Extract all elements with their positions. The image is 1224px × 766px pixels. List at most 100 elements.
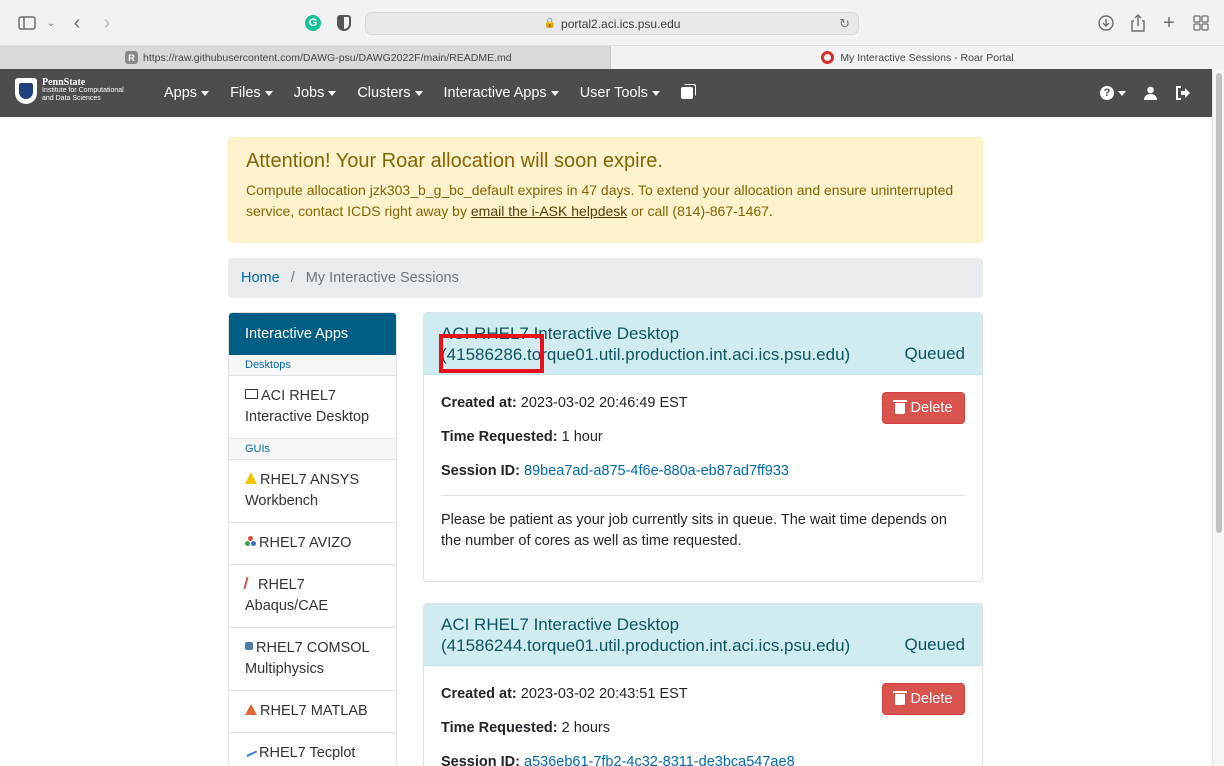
sidebar-item-aci-rhel7-desktop[interactable]: ACI RHEL7 Interactive Desktop [229,376,396,439]
nav-clusters[interactable]: Clusters [357,85,423,101]
session-id-link[interactable]: 89bea7ad-a875-4f6e-880a-eb87ad7ff933 [524,463,789,479]
matlab-icon [245,703,257,715]
user-icon[interactable] [1144,86,1157,100]
logo-line1: PennState [42,77,86,88]
sidebar-item-label: RHEL7 MATLAB [260,703,368,719]
tab-strip: R https://raw.githubusercontent.com/DAWG… [0,46,1224,69]
alert-title: Attention! Your Roar allocation will soo… [246,150,663,172]
new-tab-icon[interactable]: + [1158,12,1180,34]
ansys-icon [245,472,257,485]
time-requested-value: 2 hours [561,720,610,736]
session-id-row: Session ID: 89bea7ad-a875-4f6e-880a-eb87… [441,461,965,481]
page-scrollbar[interactable] [1212,69,1224,766]
time-requested-row: Time Requested: 2 hours [441,718,965,738]
delete-button[interactable]: Delete [882,683,965,715]
browser-toolbar: ⌄ ‹ › G 🔒 portal2.aci.ics.psu.edu ↻ + [0,0,1224,46]
created-at-label: Created at: [441,686,517,702]
delete-label: Delete [910,691,953,707]
caret-down-icon [264,90,273,96]
tab-roar-portal[interactable]: My Interactive Sessions - Roar Portal [611,46,1224,69]
sidebar-header[interactable]: Interactive Apps [229,313,396,355]
created-at-label: Created at: [441,395,517,411]
forward-icon[interactable]: › [96,12,118,34]
alert-text-after: or call (814)-867-1467. [627,203,773,219]
privacy-shield-icon[interactable] [337,15,351,31]
sidebar-item-tecplot[interactable]: RHEL7 Tecplot [229,733,396,766]
sidebar-item-label: RHEL7 AVIZO [259,535,352,551]
nav-user-tools[interactable]: User Tools [580,85,660,101]
helpdesk-link[interactable]: email the i-ASK helpdesk [471,203,627,219]
sidebar-item-avizo[interactable]: RHEL7 AVIZO [229,523,396,565]
alert-text: Compute allocation jzk303_b_g_bc_default… [246,180,965,222]
nav-jobs-label: Jobs [293,85,325,101]
help-icon: ? [1100,86,1114,100]
tab-label: https://raw.githubusercontent.com/DAWG-p… [143,51,512,64]
session-id-link[interactable]: a536eb61-7fb2-4c32-8311-de3bca547ae8 [524,754,795,766]
trash-icon [892,399,907,414]
my-sessions-icon[interactable] [680,87,693,99]
sidebar-item-label: RHEL7 COMSOL Multiphysics [245,640,370,677]
sidebar-item-label: RHEL7 Abaqus/CAE [245,577,329,614]
scrollbar-thumb[interactable] [1216,73,1222,533]
nav-jobs[interactable]: Jobs [294,85,337,101]
created-at-value: 2023-03-02 20:46:49 EST [520,395,688,411]
logout-icon[interactable] [1175,86,1190,100]
session-status: Queued [904,344,966,363]
caret-down-icon [550,90,559,96]
sidebar-item-comsol[interactable]: RHEL7 COMSOL Multiphysics [229,628,396,691]
nav-apps[interactable]: Apps [164,85,210,101]
caret-down-icon [1118,90,1126,96]
sidebar-item-matlab[interactable]: RHEL7 MATLAB [229,691,396,733]
tab-readme[interactable]: R https://raw.githubusercontent.com/DAWG… [0,46,611,69]
session-id-label: Session ID: [441,754,520,766]
sidebar-item-abaqus[interactable]: RHEL7 Abaqus/CAE [229,565,396,628]
reload-icon[interactable]: ↻ [839,16,850,32]
nav-files[interactable]: Files [230,85,273,101]
delete-button[interactable]: Delete [882,392,965,424]
download-icon[interactable] [1095,12,1117,34]
back-icon[interactable]: ‹ [66,12,88,34]
share-icon[interactable] [1127,12,1149,34]
help-menu[interactable]: ? [1100,86,1126,100]
roar-favicon-icon [821,51,835,64]
logo-line2: Institute for Computational [42,87,124,94]
nav-interactive-apps-label: Interactive Apps [443,85,547,101]
caret-down-icon [201,90,210,96]
nav-user-tools-label: User Tools [579,85,648,101]
breadcrumb-home[interactable]: Home [241,270,280,286]
logo-line3: and Data Sciences [42,95,101,102]
chevron-down-icon[interactable]: ⌄ [40,12,62,34]
sidebar-toggle-icon[interactable] [16,12,38,34]
grammarly-icon[interactable]: G [305,15,321,31]
sidebar-category-guis: GUIs [229,439,396,460]
pennstate-logo[interactable]: PennState Institute for Computational an… [15,78,124,104]
time-requested-value: 1 hour [561,429,603,445]
sidebar-item-label: ACI RHEL7 Interactive Desktop [245,388,370,425]
trash-icon [892,690,907,705]
time-requested-row: Time Requested: 1 hour [441,427,965,447]
desktop-icon [245,389,258,400]
comsol-icon [245,642,253,651]
session-title: ACI RHEL7 Interactive Desktop (41586244.… [441,614,965,656]
abaqus-icon [243,577,257,590]
nittany-shield-icon [15,78,37,104]
session-card-header: ACI RHEL7 Interactive Desktop (41586244.… [424,604,982,666]
delete-label: Delete [910,400,953,416]
divider [441,495,965,496]
session-id-label: Session ID: [441,463,520,479]
tab-overview-icon[interactable] [1190,12,1212,34]
tab-favicon: R [125,51,138,64]
address-bar[interactable]: 🔒 portal2.aci.ics.psu.edu ↻ [365,12,859,35]
time-requested-label: Time Requested: [441,429,558,445]
tecplot-icon [243,745,258,758]
tab-label: My Interactive Sessions - Roar Portal [840,51,1014,64]
allocation-alert: Attention! Your Roar allocation will soo… [228,137,983,243]
sidebar-item-ansys[interactable]: RHEL7 ANSYS Workbench [229,460,396,523]
nav-interactive-apps[interactable]: Interactive Apps [444,85,559,101]
caret-down-icon [651,90,660,96]
time-requested-label: Time Requested: [441,720,558,736]
interactive-apps-sidebar: Interactive Apps Desktops ACI RHEL7 Inte… [228,312,397,766]
sidebar-category-desktops: Desktops [229,355,396,376]
caret-down-icon [328,90,337,96]
session-card: ACI RHEL7 Interactive Desktop (41586244.… [423,603,983,766]
